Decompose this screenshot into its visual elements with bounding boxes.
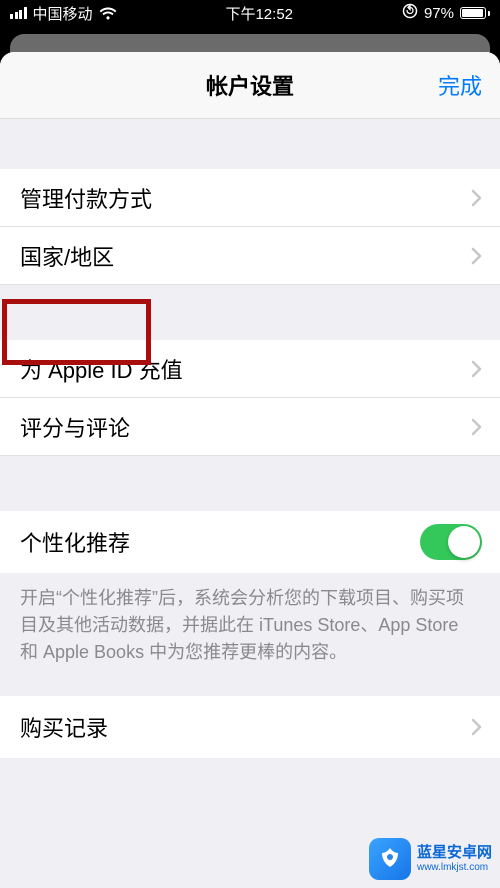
done-button[interactable]: 完成 [438,69,482,101]
content-scroll[interactable]: 管理付款方式 国家/地区 为 Apple ID 充值 评分与评论 [0,119,500,758]
chevron-right-icon [471,189,482,207]
personalized-footer-text: 开启“个性化推荐”后，系统会分析您的下载项目、购买项目及其他活动数据，并据此在 … [0,573,500,686]
cell-label: 评分与评论 [20,411,130,443]
orientation-lock-icon [402,3,418,23]
signal-icon [10,7,27,19]
group-spacer [0,285,500,340]
watermark-url: www.lmkjst.com [417,862,492,873]
personalized-recommendations-cell: 个性化推荐 [0,511,500,573]
status-right: 97% [402,3,490,23]
cell-label: 个性化推荐 [20,526,130,558]
purchase-history-cell[interactable]: 购买记录 [0,696,500,758]
chevron-right-icon [471,360,482,378]
chevron-right-icon [471,247,482,265]
personalized-toggle[interactable] [420,524,482,560]
watermark-icon [369,838,411,880]
cell-label: 管理付款方式 [20,182,152,214]
manage-payment-cell[interactable]: 管理付款方式 [0,169,500,227]
add-funds-cell[interactable]: 为 Apple ID 充值 [0,340,500,398]
account-settings-sheet: 帐户设置 完成 管理付款方式 国家/地区 为 Apple ID 充值 评分与评论 [0,52,500,888]
cell-label: 国家/地区 [20,240,114,272]
watermark-title: 蓝星安卓网 [417,845,492,862]
status-bar: 中国移动 下午12:52 97% [0,0,500,26]
nav-bar: 帐户设置 完成 [0,52,500,119]
wifi-icon [99,7,117,20]
group-spacer [0,686,500,696]
carrier-label: 中国移动 [33,3,93,24]
battery-percent: 97% [424,5,454,22]
status-left: 中国移动 [10,3,117,24]
page-title: 帐户设置 [206,69,294,101]
cell-label: 购买记录 [20,711,108,743]
country-region-cell[interactable]: 国家/地区 [0,227,500,285]
watermark: 蓝星安卓网 www.lmkjst.com [369,838,492,880]
chevron-right-icon [471,718,482,736]
ratings-reviews-cell[interactable]: 评分与评论 [0,398,500,456]
cell-label: 为 Apple ID 充值 [20,353,183,385]
chevron-right-icon [471,418,482,436]
group-spacer [0,119,500,169]
group-spacer [0,456,500,511]
battery-icon [460,7,490,19]
status-time: 下午12:52 [225,3,293,24]
toggle-knob [448,526,480,558]
